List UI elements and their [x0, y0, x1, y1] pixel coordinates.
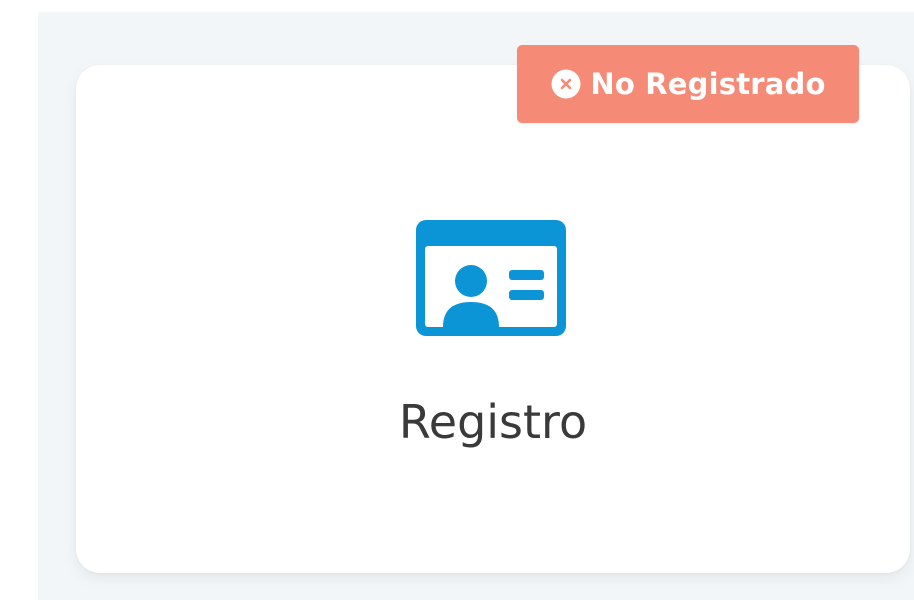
id-card-icon [416, 220, 566, 336]
status-badge-label: No Registrado [590, 66, 826, 101]
status-badge: No Registrado [517, 45, 859, 123]
close-circle-icon [551, 69, 581, 99]
card-title: Registro [398, 395, 588, 449]
